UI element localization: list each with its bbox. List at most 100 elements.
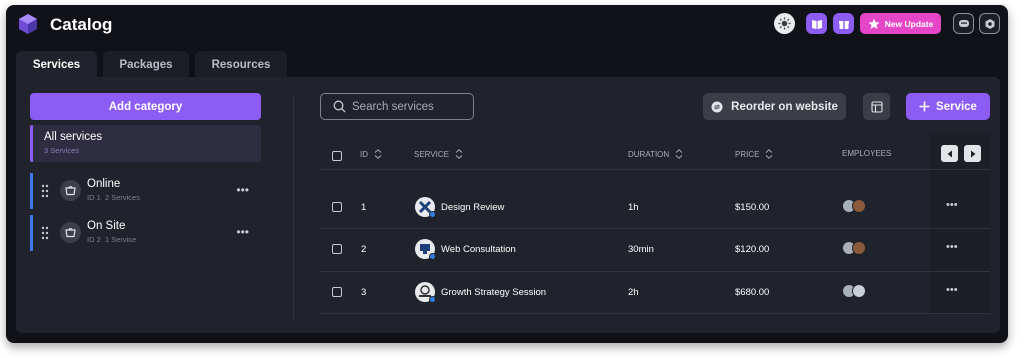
all-services-item[interactable]: All services 3 Services <box>30 125 261 162</box>
columns-icon <box>870 100 883 113</box>
row-divider <box>320 271 990 272</box>
star-icon <box>868 18 880 29</box>
category-services-count: 2 Services <box>104 193 140 202</box>
chevron-right-icon <box>970 150 975 157</box>
logo-icon <box>19 14 37 34</box>
new-update-button[interactable]: New Update <box>860 13 941 34</box>
reorder-label: Reorder on website <box>731 100 838 113</box>
scroll-left-button[interactable] <box>941 145 958 162</box>
category-icon <box>60 180 81 201</box>
sort-icon <box>766 149 773 159</box>
column-header-price-label: PRICE <box>735 149 760 159</box>
gift-icon <box>838 20 849 29</box>
chat-button[interactable] <box>953 13 974 34</box>
search-field[interactable] <box>320 93 474 120</box>
search-icon <box>333 100 346 113</box>
service-avatar <box>415 282 436 303</box>
columns-button[interactable] <box>863 93 890 120</box>
employee-avatar <box>852 199 866 213</box>
category-id: ID 1 <box>87 193 101 202</box>
add-service-button[interactable]: Service <box>906 93 990 120</box>
header: Catalog New Update <box>6 5 1008 47</box>
actions-column <box>930 133 990 313</box>
column-header-service[interactable]: SERVICE <box>414 149 463 159</box>
row-price: $120.00 <box>735 244 770 255</box>
tab-services[interactable]: Services <box>16 51 97 79</box>
sort-icon <box>374 149 382 159</box>
tab-resources[interactable]: Resources <box>195 51 287 79</box>
category-name: Online <box>87 178 121 190</box>
chevron-left-icon <box>947 150 952 157</box>
gift-button[interactable] <box>833 13 854 34</box>
row-service-name[interactable]: Web Consultation <box>441 244 516 255</box>
drag-handle-icon[interactable] <box>41 184 49 198</box>
app-title: Catalog <box>50 15 113 34</box>
settings-button[interactable] <box>979 13 1000 34</box>
settings-icon <box>985 18 994 29</box>
sort-icon <box>675 149 683 159</box>
sort-icon <box>455 149 463 159</box>
docs-button[interactable] <box>806 13 827 34</box>
search-input[interactable] <box>352 100 462 113</box>
category-meta: ID 2 1 Service <box>87 235 136 244</box>
row-divider <box>320 313 990 314</box>
category-name: On Site <box>87 220 126 232</box>
employee-avatar <box>852 241 866 255</box>
row-more-icon[interactable]: ••• <box>946 241 958 253</box>
category-services-count: 1 Service <box>104 235 137 244</box>
column-header-id-label: ID <box>360 149 368 159</box>
chat-icon <box>958 19 969 27</box>
row-checkbox[interactable] <box>332 244 342 254</box>
reorder-icon <box>711 101 723 112</box>
book-icon <box>811 19 822 29</box>
all-services-label: All services <box>44 131 103 143</box>
panel-divider <box>293 95 294 321</box>
row-service-name[interactable]: Growth Strategy Session <box>441 287 546 298</box>
row-more-icon[interactable]: ••• <box>946 199 958 211</box>
row-price: $680.00 <box>735 287 770 298</box>
row-duration: 30min <box>628 244 654 255</box>
more-icon[interactable]: ••• <box>236 225 249 239</box>
column-header-price[interactable]: PRICE <box>735 149 773 159</box>
tab-packages[interactable]: Packages <box>103 51 189 79</box>
column-header-employees-label: EMPLOYEES <box>842 149 892 158</box>
row-id: 1 <box>361 202 367 213</box>
header-divider <box>320 169 990 170</box>
column-header-duration[interactable]: DURATION <box>628 149 683 159</box>
row-service-name[interactable]: Design Review <box>441 202 504 213</box>
category-item-on-site[interactable]: On Site ID 2 1 Service ••• <box>30 215 261 251</box>
reorder-button[interactable]: Reorder on website <box>703 93 846 120</box>
more-icon[interactable]: ••• <box>236 183 249 197</box>
row-divider <box>320 228 990 229</box>
employee-avatar <box>852 284 866 298</box>
theme-toggle-button[interactable] <box>774 13 795 34</box>
row-more-icon[interactable]: ••• <box>946 284 958 296</box>
drag-handle-icon[interactable] <box>41 226 49 240</box>
service-avatar <box>415 197 436 218</box>
category-id: ID 2 <box>87 235 101 244</box>
category-item-online[interactable]: Online ID 1 2 Services ••• <box>30 173 261 209</box>
scroll-right-button[interactable] <box>964 145 981 162</box>
category-icon <box>60 222 81 243</box>
service-avatar <box>415 239 436 260</box>
row-duration: 1h <box>628 202 639 213</box>
row-id: 3 <box>361 287 367 298</box>
main-panel: Add category All services 3 Services Onl… <box>16 77 1000 333</box>
category-meta: ID 1 2 Services <box>87 193 140 202</box>
column-header-service-label: SERVICE <box>414 149 449 159</box>
column-header-employees: EMPLOYEES <box>842 149 891 158</box>
row-price: $150.00 <box>735 202 770 213</box>
select-all-checkbox[interactable] <box>332 151 342 161</box>
row-duration: 2h <box>628 287 639 298</box>
column-header-id[interactable]: ID <box>360 149 382 159</box>
column-header-duration-label: DURATION <box>628 149 670 159</box>
app-window: Catalog New Update Services Packages Res… <box>6 5 1008 343</box>
plus-icon <box>919 101 930 112</box>
row-checkbox[interactable] <box>332 287 342 297</box>
row-id: 2 <box>361 244 367 255</box>
add-category-button[interactable]: Add category <box>30 93 261 120</box>
all-services-count: 3 Services <box>44 146 80 155</box>
new-update-label: New Update <box>884 18 934 29</box>
row-checkbox[interactable] <box>332 202 342 212</box>
add-service-label: Service <box>936 100 977 113</box>
